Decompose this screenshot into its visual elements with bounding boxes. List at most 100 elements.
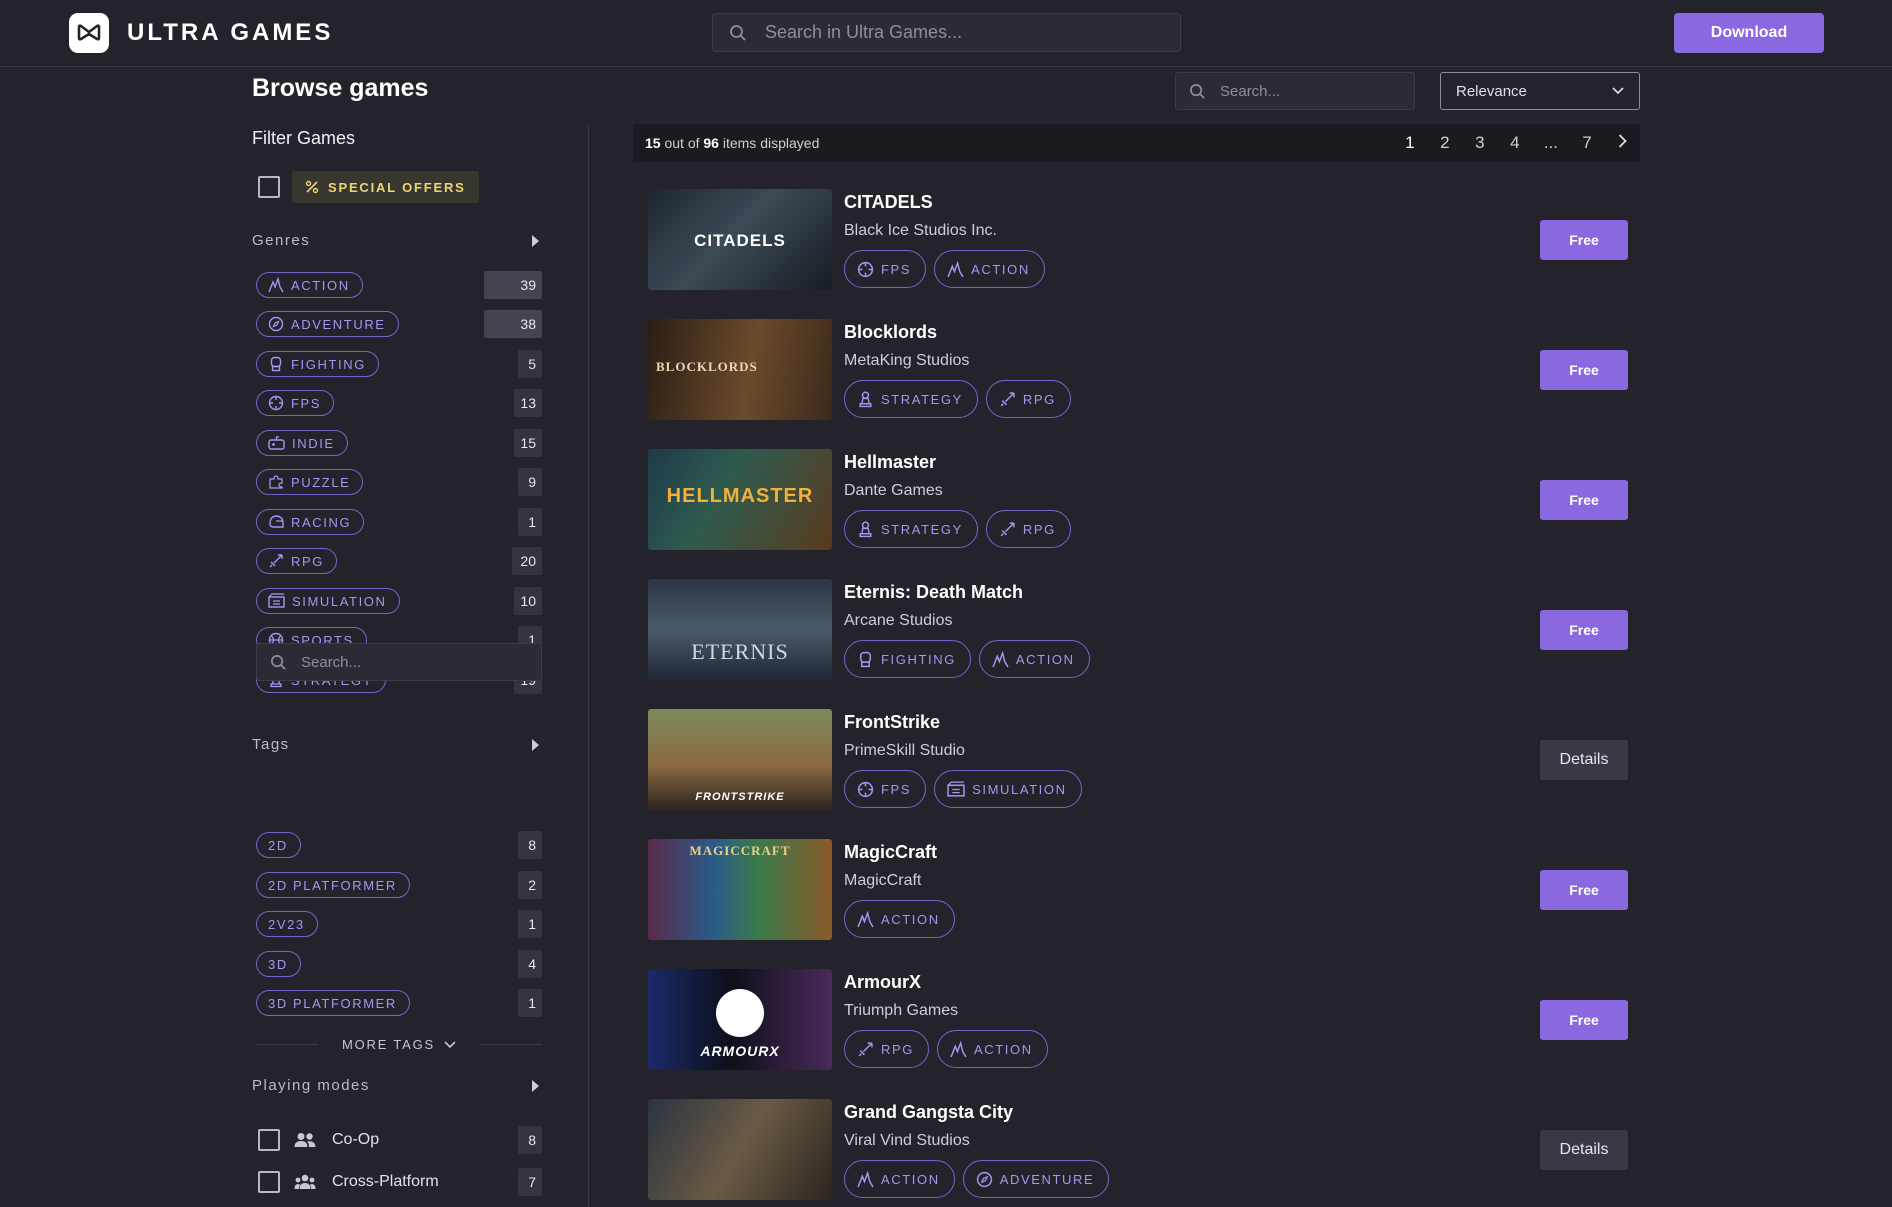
game-thumbnail[interactable]: ETERNIS: [648, 579, 832, 680]
mode-row-co-op[interactable]: Co-Op 8: [258, 1126, 542, 1154]
game-row-grand-gangsta-city[interactable]: Grand Gangsta City Viral Vind Studios AC…: [648, 1099, 1628, 1203]
genre-row-puzzle[interactable]: PUZZLE 9: [256, 468, 542, 496]
tag-chip-action[interactable]: ACTION: [936, 1030, 1048, 1068]
more-tags-button[interactable]: MORE TAGS: [318, 1037, 480, 1052]
tags-search-input[interactable]: [301, 653, 521, 671]
game-row-hellmaster[interactable]: HELLMASTER Hellmaster Dante Games STRATE…: [648, 449, 1628, 553]
game-row-armourx[interactable]: ARMOURX ArmourX Triumph Games RPG ACTION…: [648, 969, 1628, 1073]
genre-row-fighting[interactable]: FIGHTING 5: [256, 350, 542, 378]
tag-chip-adventure[interactable]: ADVENTURE: [962, 1160, 1110, 1198]
expand-arrow-icon[interactable]: [532, 738, 539, 751]
game-title[interactable]: Grand Gangsta City: [844, 1102, 1013, 1123]
tag-chip-2v23[interactable]: 2V23: [256, 911, 318, 937]
game-thumbnail[interactable]: ARMOURX: [648, 969, 832, 1070]
free-button[interactable]: Free: [1540, 220, 1628, 260]
tag-chip-strategy[interactable]: STRATEGY: [844, 380, 978, 418]
tag-chip-action[interactable]: ACTION: [978, 640, 1090, 678]
details-button[interactable]: Details: [1540, 1130, 1628, 1170]
more-tags-toggle[interactable]: MORE TAGS: [256, 1037, 543, 1052]
game-thumbnail[interactable]: MAGICCRAFT: [648, 839, 832, 940]
tag-chip-action[interactable]: ACTION: [934, 250, 1045, 288]
genre-row-simulation[interactable]: SIMULATION 10: [256, 587, 542, 615]
special-offers-filter[interactable]: SPECIAL OFFERS: [258, 171, 479, 203]
genre-row-fps[interactable]: FPS 13: [256, 389, 542, 417]
tag-chip-fps[interactable]: FPS: [844, 770, 927, 808]
tag-chip-fps[interactable]: FPS: [844, 250, 927, 288]
page-4[interactable]: 4: [1509, 133, 1521, 153]
game-thumbnail[interactable]: BLOCKLORDS: [648, 319, 832, 420]
expand-arrow-icon[interactable]: [532, 234, 539, 247]
genre-chip-fps[interactable]: FPS: [256, 390, 335, 416]
free-button[interactable]: Free: [1540, 480, 1628, 520]
tag-chip-2d[interactable]: 2D: [256, 832, 301, 858]
game-row-eternis[interactable]: ETERNIS Eternis: Death Match Arcane Stud…: [648, 579, 1628, 683]
cross-platform-checkbox[interactable]: [258, 1171, 280, 1193]
mode-row-cross-platform[interactable]: Cross-Platform 7: [258, 1168, 542, 1196]
browse-search-input[interactable]: [1220, 82, 1400, 100]
tag-row[interactable]: 3D PLATFORMER 1: [256, 989, 542, 1017]
co-op-checkbox[interactable]: [258, 1129, 280, 1151]
tag-row[interactable]: 3D 4: [256, 950, 542, 978]
genre-chip-indie[interactable]: INDIE: [256, 430, 348, 456]
genre-row-rpg[interactable]: RPG 20: [256, 547, 542, 575]
game-thumbnail[interactable]: [648, 1099, 832, 1200]
genre-row-racing[interactable]: RACING 1: [256, 508, 542, 536]
tag-chip-action[interactable]: ACTION: [844, 1160, 955, 1198]
game-row-magiccraft[interactable]: MAGICCRAFT MagicCraft MagicCraft ACTION …: [648, 839, 1628, 943]
game-row-blocklords[interactable]: BLOCKLORDS Blocklords MetaKing Studios S…: [648, 319, 1628, 423]
tag-row[interactable]: 2V23 1: [256, 910, 542, 938]
genre-chip-rpg[interactable]: RPG: [256, 548, 337, 574]
page-1[interactable]: 1: [1404, 133, 1416, 153]
tags-search[interactable]: [256, 643, 542, 681]
game-title[interactable]: Eternis: Death Match: [844, 582, 1023, 603]
game-title[interactable]: FrontStrike: [844, 712, 940, 733]
tag-chip-2d-platformer[interactable]: 2D PLATFORMER: [256, 872, 410, 898]
free-button[interactable]: Free: [1540, 1000, 1628, 1040]
download-button[interactable]: Download: [1674, 13, 1824, 53]
details-button[interactable]: Details: [1540, 740, 1628, 780]
game-thumbnail[interactable]: CITADELS: [648, 189, 832, 290]
page-2[interactable]: 2: [1439, 133, 1451, 153]
genre-row-adventure[interactable]: ADVENTURE 38: [256, 310, 542, 338]
game-title[interactable]: ArmourX: [844, 972, 921, 993]
page-7[interactable]: 7: [1581, 133, 1593, 153]
expand-arrow-icon[interactable]: [532, 1079, 539, 1092]
game-title[interactable]: CITADELS: [844, 192, 933, 213]
game-row-citadels[interactable]: CITADELS CITADELS Black Ice Studios Inc.…: [648, 189, 1628, 293]
tag-chip-3d-platformer[interactable]: 3D PLATFORMER: [256, 990, 410, 1016]
genre-chip-racing[interactable]: RACING: [256, 509, 365, 535]
genre-row-indie[interactable]: INDIE 15: [256, 429, 542, 457]
free-button[interactable]: Free: [1540, 610, 1628, 650]
global-search-input[interactable]: [765, 22, 1165, 43]
genre-chip-puzzle[interactable]: PUZZLE: [256, 469, 364, 495]
brand-logo[interactable]: ULTRA GAMES: [69, 13, 333, 53]
game-thumbnail[interactable]: FRONTSTRIKE: [648, 709, 832, 810]
game-title[interactable]: MagicCraft: [844, 842, 937, 863]
tag-chip-simulation[interactable]: SIMULATION: [934, 770, 1082, 808]
tags-section-header[interactable]: Tags: [252, 736, 542, 753]
tag-row[interactable]: 2D 8: [256, 831, 542, 859]
browse-search[interactable]: [1175, 72, 1415, 110]
global-search[interactable]: [712, 13, 1181, 52]
genre-chip-fighting[interactable]: FIGHTING: [256, 351, 379, 377]
genre-chip-simulation[interactable]: SIMULATION: [256, 588, 400, 614]
tag-chip-fighting[interactable]: FIGHTING: [844, 640, 971, 678]
tag-chip-rpg[interactable]: RPG: [844, 1030, 929, 1068]
sort-dropdown[interactable]: Relevance: [1440, 72, 1640, 110]
game-title[interactable]: Hellmaster: [844, 452, 936, 473]
tag-chip-3d[interactable]: 3D: [256, 951, 301, 977]
game-row-frontstrike[interactable]: FRONTSTRIKE FrontStrike PrimeSkill Studi…: [648, 709, 1628, 813]
tag-chip-strategy[interactable]: STRATEGY: [844, 510, 978, 548]
game-thumbnail[interactable]: HELLMASTER: [648, 449, 832, 550]
genre-chip-adventure[interactable]: ADVENTURE: [256, 311, 399, 337]
next-page-button[interactable]: [1616, 133, 1628, 153]
special-offers-checkbox[interactable]: [258, 176, 280, 198]
genre-chip-action[interactable]: ACTION: [256, 272, 363, 298]
tag-chip-rpg[interactable]: RPG: [985, 510, 1071, 548]
game-title[interactable]: Blocklords: [844, 322, 937, 343]
playing-modes-section-header[interactable]: Playing modes: [252, 1077, 542, 1094]
special-offers-badge[interactable]: SPECIAL OFFERS: [292, 171, 479, 203]
genres-section-header[interactable]: Genres: [252, 232, 542, 249]
genre-row-action[interactable]: ACTION 39: [256, 271, 542, 299]
free-button[interactable]: Free: [1540, 350, 1628, 390]
